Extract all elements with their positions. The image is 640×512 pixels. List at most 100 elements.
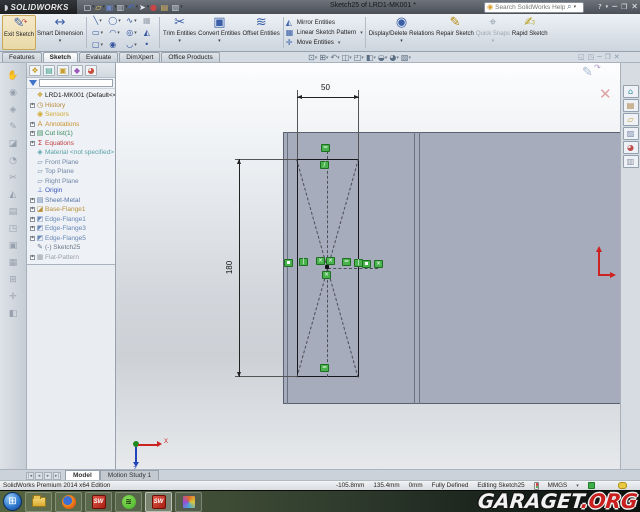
sketch-relation-badge[interactable]: ▪ <box>362 260 371 268</box>
sketch-origin-x-axis[interactable] <box>598 274 610 276</box>
convert-entities-button[interactable]: ▣ Convert Entities ▾ <box>197 15 241 50</box>
solidworks-resources-tab-icon[interactable]: ⌂ <box>623 85 639 98</box>
repair-sketch-button[interactable]: ✎ Repair Sketch <box>435 15 475 50</box>
rapid-sketch-button[interactable]: ✍ Rapid Sketch <box>511 15 549 50</box>
sketch-center-point[interactable] <box>325 265 329 269</box>
doc-minimize-icon[interactable]: ◱ <box>578 53 585 61</box>
tab-last-icon[interactable]: ▸| <box>53 472 61 480</box>
toolbar-icon-11[interactable]: ▣ <box>6 239 21 252</box>
part-bend-edge[interactable] <box>414 132 415 404</box>
height-dimension-value[interactable]: 180 <box>225 261 234 274</box>
print-icon[interactable]: ▥▾ <box>118 2 128 12</box>
featuremanager-tab-icon[interactable]: ❖ <box>29 65 41 76</box>
command-tab[interactable]: Sketch <box>43 52 78 62</box>
tree-item[interactable]: + A Annotations <box>28 120 115 130</box>
tree-item[interactable]: + ▱ Top Plane <box>28 167 115 177</box>
doc-restore-icon[interactable]: ◳ <box>588 53 595 61</box>
design-library-tab-icon[interactable]: ▤ <box>623 99 639 112</box>
line-icon[interactable]: ╲▾ <box>89 15 106 27</box>
tree-item[interactable]: + ▱ Front Plane <box>28 158 115 168</box>
save-icon[interactable]: ▣▾ <box>107 2 117 12</box>
taskbar-solidworks-active-button[interactable]: SW <box>145 492 172 512</box>
zoom-fit-icon[interactable]: ⊡▾ <box>308 53 317 62</box>
part-edge[interactable] <box>287 132 288 404</box>
graphics-viewport[interactable]: 50 180 = / ▪ | × <box>116 63 620 469</box>
rectangle-icon[interactable]: ▭▾ <box>89 27 106 39</box>
sketch-relation-badge[interactable]: = <box>342 258 351 266</box>
toolbar-icon-2[interactable]: ◉ <box>6 86 21 99</box>
help-search-box[interactable]: ◉ ⌕ ▾ <box>484 2 584 13</box>
width-dimension-line[interactable] <box>297 97 359 98</box>
rebuild-icon[interactable]: ●▾ <box>151 2 161 12</box>
trim-entities-button[interactable]: ✂ Trim Entities ▾ <box>162 15 197 50</box>
slot-icon[interactable]: ▢▾ <box>89 39 106 51</box>
toolbar-icon-1[interactable]: ✋ <box>6 69 21 82</box>
confirmation-cancel-icon[interactable]: ✕ <box>599 85 612 103</box>
edit-appearance-icon[interactable]: ◕▾ <box>389 53 399 62</box>
undo-icon[interactable]: ↶▾ <box>129 2 139 12</box>
tree-item[interactable]: + ◩ Edge-Flange1 <box>28 215 115 225</box>
doc-cascade-icon[interactable]: ❐ <box>604 53 610 61</box>
search-input[interactable] <box>495 4 565 11</box>
polygon-icon[interactable]: ◭▾ <box>140 27 157 39</box>
units-caret-icon[interactable]: ▾ <box>576 483 579 489</box>
dimxpertmanager-tab-icon[interactable]: ◆ <box>71 65 83 76</box>
panel-splitter[interactable] <box>27 264 115 469</box>
sketch-origin-y-axis[interactable] <box>598 251 600 276</box>
sketch-relation-badge[interactable]: | <box>299 258 308 266</box>
toolbar-icon-8[interactable]: ◭ <box>6 188 21 201</box>
sketch-relation-badge[interactable]: × <box>326 257 335 265</box>
zoom-area-icon[interactable]: ⊞▾ <box>319 53 328 62</box>
displaymanager-tab-icon[interactable]: ◕ <box>85 65 97 76</box>
tree-item[interactable]: + ▤ Sheet-Metal <box>28 196 115 206</box>
sketch-relation-badge[interactable]: ▪ <box>284 259 293 267</box>
sketch-relation-badge[interactable]: × <box>374 260 383 268</box>
help-icon[interactable]: ? <box>598 1 602 13</box>
command-tab[interactable]: DimXpert <box>119 52 160 62</box>
sketch-relation-badge[interactable]: = <box>320 364 329 372</box>
toolbar-icon-4[interactable]: ✎ <box>6 120 21 133</box>
toolbar-icon-15[interactable]: ◧ <box>6 307 21 320</box>
toolbar-icon-12[interactable]: ▦ <box>6 256 21 269</box>
quick-snaps-button[interactable]: ⌖ Quick Snaps ▾ <box>475 15 511 50</box>
sketch-relation-badge[interactable]: × <box>316 257 325 265</box>
doc-minimize2-icon[interactable]: ─ <box>597 53 601 61</box>
tree-filter-input[interactable] <box>39 79 113 87</box>
tree-item[interactable]: + ◷ History <box>28 101 115 111</box>
propertymanager-tab-icon[interactable]: ▤ <box>43 65 55 76</box>
minimize-icon[interactable]: ─ <box>612 1 617 13</box>
arc2-icon[interactable]: ◡▾ <box>123 39 140 51</box>
options-icon[interactable]: ▧▾ <box>173 2 183 12</box>
toolbar-icon-3[interactable]: ◈ <box>6 103 21 116</box>
ellipse-icon[interactable]: ◎▾ <box>123 27 140 39</box>
restore-icon[interactable]: ❐ <box>621 1 627 13</box>
tab-next-icon[interactable]: ▸ <box>44 472 52 480</box>
taskbar-spotify-button[interactable]: ≋ <box>115 492 142 512</box>
hide-show-items-icon[interactable]: ◒▾ <box>378 53 388 62</box>
arc-icon[interactable]: ◠▾ <box>106 27 123 39</box>
appearances-tab-icon[interactable]: ◕ <box>623 141 639 154</box>
tree-root-item[interactable]: − ❖ LRD1-MK001 (Default<<Defau <box>28 91 115 101</box>
tree-item[interactable]: + ⊥ Origin <box>28 186 115 196</box>
previous-view-icon[interactable]: ↶▾ <box>330 53 339 62</box>
spline-icon[interactable]: ∿▾ <box>123 15 140 27</box>
toolbar-icon-10[interactable]: ◳ <box>6 222 21 235</box>
toolbar-icon-6[interactable]: ◔ <box>6 154 21 167</box>
pattern-icon[interactable]: ▦▾ <box>140 15 157 27</box>
exit-sketch-button[interactable]: ✎↷ Exit Sketch <box>2 15 36 50</box>
tree-item[interactable]: + ▱ Right Plane <box>28 177 115 187</box>
part-bend-edge-2[interactable] <box>419 132 420 404</box>
tab-prev-icon[interactable]: ◂ <box>35 472 43 480</box>
point-icon[interactable]: •▾ <box>140 39 157 51</box>
command-tab[interactable]: Office Products <box>161 52 219 62</box>
units-selector[interactable]: MMGS <box>548 482 568 489</box>
file-properties-icon[interactable]: ▤▾ <box>162 2 172 12</box>
doc-close-icon[interactable]: ✕ <box>614 53 620 61</box>
close-icon[interactable]: ✕ <box>631 1 638 13</box>
tree-item[interactable]: + Σ Equations <box>28 139 115 149</box>
confirmation-exit-sketch-icon[interactable]: ✎ <box>582 65 593 80</box>
tree-item[interactable]: + ◈ Material <not specified> <box>28 148 115 158</box>
file-explorer-tab-icon[interactable]: ▱ <box>623 113 639 126</box>
quick-tips-icon[interactable] <box>588 482 595 489</box>
section-view-icon[interactable]: ◫▾ <box>342 53 352 62</box>
